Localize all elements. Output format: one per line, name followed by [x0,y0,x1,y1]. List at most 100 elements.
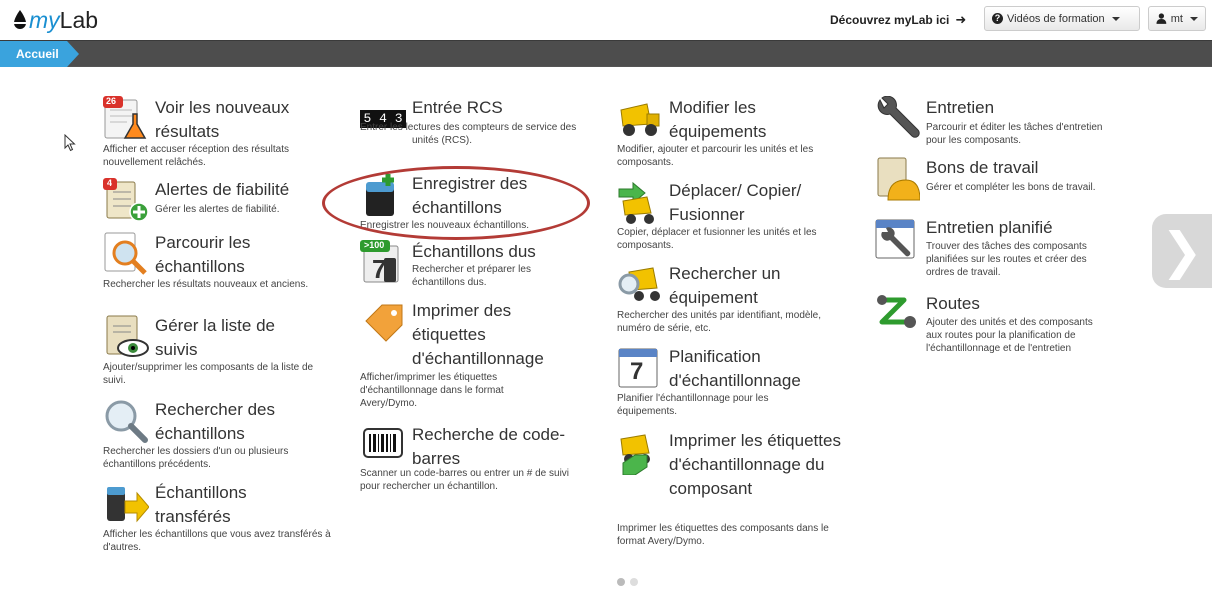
tile-title: Bons de travail [926,158,1039,177]
discover-text: Découvrez myLab ici [830,13,950,27]
tile-modifier-equip[interactable]: Modifier les équipements Modifier, ajout… [617,96,847,172]
tile-title: Échantillons transférés [155,483,247,526]
tile-desc: Trouver des tâches des composants planif… [926,241,1087,278]
tile-desc: Ajouter/supprimer les composants de la l… [103,362,314,386]
user-label: mt [1170,12,1183,25]
pager-dot-2[interactable] [630,578,638,586]
tile-desc: Afficher/imprimer les étiquettes d'échan… [360,372,504,409]
tile-planification[interactable]: 7 Planification d'échantillonnage Planif… [617,345,847,421]
tile-title: Modifier les équipements [669,98,767,141]
tile-rechercher-equip[interactable]: Rechercher un équipement Rechercher des … [617,262,847,338]
tile-title: Recherche de code-barres [412,425,566,468]
tile-desc: Scanner un code-barres ou entrer un # de… [360,468,570,492]
tile-title: Routes [926,294,980,313]
tile-title: Imprimer des étiquettes d'échantillonnag… [412,301,544,368]
tile-desc: Entrer les lectures des compteurs de ser… [360,122,577,146]
next-page-arrow[interactable]: ❯ [1152,214,1212,288]
tile-routes[interactable]: Routes Ajouter des unités et des composa… [874,292,1104,378]
tile-title: Parcourir les échantillons [155,233,251,276]
tile-desc: Imprimer les étiquettes des composants d… [617,523,829,547]
route-icon [877,295,916,328]
tile-title: Gérer la liste de suivis [155,316,275,359]
tile-title: Entretien planifié [926,218,1053,237]
tile-title: Imprimer les étiquettes d'échantillonnag… [669,431,841,498]
tile-enregistrer[interactable]: Enregistrer des échantillons Enregistrer… [360,172,580,234]
tile-title: Entretien [926,98,995,117]
wrench-icon [877,96,920,138]
tile-parcourir[interactable]: Parcourir les échantillons Rechercher le… [103,231,333,307]
tile-title: Planification d'échantillonnage [669,347,801,390]
tile-deplacer[interactable]: Déplacer/ Copier/ Fusionner Copier, dépl… [617,179,847,255]
logo-lab: Lab [59,7,99,33]
due-count-badge: >100 [364,240,385,250]
browse-samples-icon [104,232,147,275]
watch-list-eye-icon [106,315,149,357]
tile-rechercher-echantillons[interactable]: Rechercher des échantillons Rechercher l… [103,398,333,474]
videos-button[interactable]: ? Vidéos de formation [984,6,1140,31]
oil-drop-icon [13,10,27,29]
chevron-down-icon [1111,16,1120,21]
tile-imprimer-etiquettes[interactable]: Imprimer des étiquettes d'échantillonnag… [360,299,580,415]
tile-title: Entrée RCS [412,98,503,117]
nav-bar: Accueil [0,40,1212,67]
tile-desc: Gérer et compléter les bons de travail. [926,182,1096,193]
tile-desc: Ajouter des unités et des composants aux… [926,317,1093,354]
move-truck-icon [618,181,654,224]
alert-count-badge: 4 [107,178,113,188]
chevron-down-icon [1190,16,1198,21]
work-order-helmet-icon [877,157,920,201]
videos-label: Vidéos de formation [1007,12,1105,25]
tile-imprimer-composant[interactable]: Imprimer les étiquettes d'échantillonnag… [617,429,847,559]
register-sample-icon [366,174,394,216]
tile-desc: Modifier, ajouter et parcourir les unité… [617,144,814,168]
tile-transferes[interactable]: Échantillons transférés Afficher les éch… [103,481,333,557]
tile-desc: Gérer les alertes de fiabilité. [155,204,280,215]
planned-maintenance-icon [875,219,915,259]
calendar-day: 7 [630,358,644,385]
barcode-icon [363,428,403,458]
tile-title: Rechercher un équipement [669,264,781,307]
tile-desc: Rechercher des unités par identifiant, m… [617,310,822,334]
tile-entretien-planifie[interactable]: Entretien planifié Trouver des tâches de… [874,216,1104,286]
mouse-cursor-icon [64,134,76,152]
tile-entretien[interactable]: Entretien Parcourir et éditer les tâches… [874,96,1104,150]
tile-title: Échantillons dus [412,242,536,261]
print-component-icon [620,434,650,475]
transfer-sample-icon [107,487,149,523]
user-menu-button[interactable]: mt [1148,6,1206,31]
tile-desc: Afficher les échantillons que vous avez … [103,529,331,553]
tile-desc: Rechercher et préparer les échantillons … [412,264,531,288]
magnifier-icon [105,400,148,443]
tile-title: Enregistrer des échantillons [412,174,528,217]
tile-gerer-suivis[interactable]: Gérer la liste de suivis Ajouter/supprim… [103,314,333,390]
tile-desc: Parcourir et éditer les tâches d'entreti… [926,122,1103,146]
dump-truck-icon [620,103,660,136]
arrow-right-icon: ➜ [955,12,967,27]
tile-desc: Afficher et accuser réception des résult… [103,144,290,168]
breadcrumb-home[interactable]: Accueil [0,41,79,67]
tag-label-icon [365,304,403,342]
tile-desc: Enregistrer les nouveaux échantillons. [360,220,529,231]
tile-code-barres[interactable]: Recherche de code-barres Scanner un code… [360,423,580,499]
tile-title: Déplacer/ Copier/ Fusionner [669,181,802,224]
tile-desc: Rechercher les résultats nouveaux et anc… [103,279,309,290]
tile-alertes[interactable]: 4 Alertes de fiabilité Gérer les alertes… [103,178,333,224]
tile-desc: Planifier l'échantillonnage pour les équ… [617,393,769,417]
tile-title: Rechercher des échantillons [155,400,276,443]
tile-voir-resultats[interactable]: 26 Voir les nouveaux résultats Afficher … [103,96,333,174]
search-truck-icon [618,267,660,301]
mylab-logo[interactable]: myLab [12,6,98,34]
tile-bons-travail[interactable]: Bons de travail Gérer et compléter les b… [874,156,1104,210]
tile-entree-rcs[interactable]: 5 4 3 Entrée RCS Entrer les lectures des… [360,96,580,162]
logo-my: my [29,7,60,33]
tile-dus[interactable]: 7 >100 Échantillons dus Rechercher et pr… [360,240,580,290]
tile-title: Voir les nouveaux résultats [155,98,290,141]
user-icon [1156,13,1167,24]
discover-link[interactable]: Découvrez myLab ici ➜ [830,12,966,28]
pager [617,578,638,586]
tile-desc: Copier, déplacer et fusionner les unités… [617,227,817,251]
tile-title: Alertes de fiabilité [155,180,290,199]
top-bar: myLab Découvrez myLab ici ➜ ? Vidéos de … [0,0,1212,40]
question-icon: ? [992,13,1003,24]
pager-dot-1[interactable] [617,578,625,586]
